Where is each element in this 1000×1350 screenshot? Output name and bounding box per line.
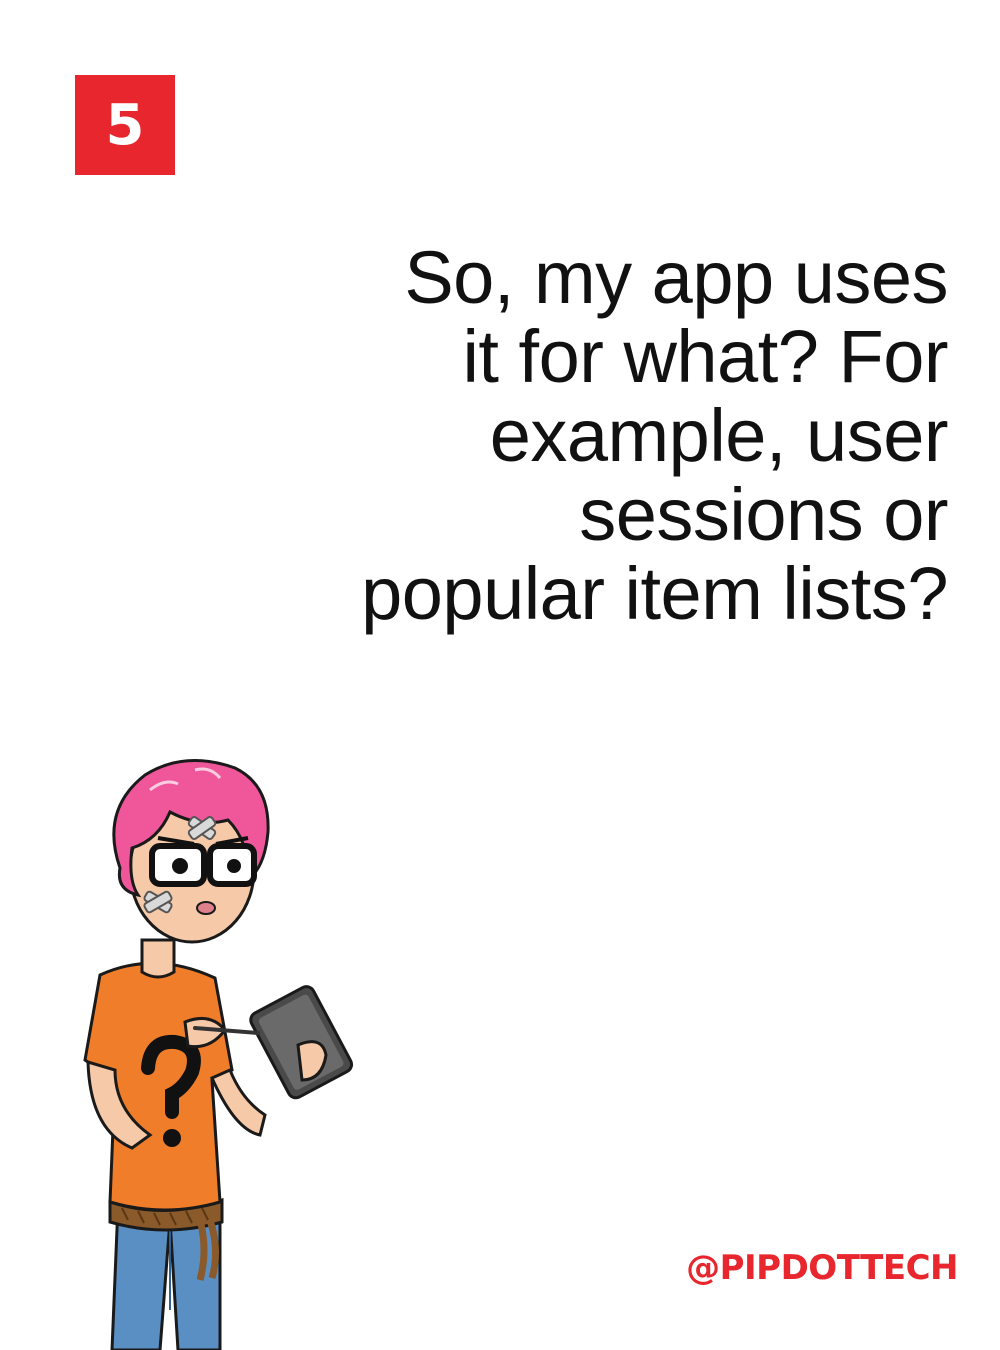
social-handle: @PIPDOTTECH [686, 1248, 958, 1288]
question-line: sessions or [579, 473, 948, 556]
question-line: So, my app uses [404, 236, 948, 319]
question-line: example, user [489, 394, 949, 477]
character-illustration [83, 758, 354, 1350]
question-text: So, my app uses it for what? For example… [248, 238, 948, 633]
slide-number-badge: 5 [75, 75, 175, 175]
question-line: it for what? For [462, 315, 948, 398]
question-line: popular item lists? [361, 552, 948, 635]
slide-number: 5 [105, 92, 145, 158]
